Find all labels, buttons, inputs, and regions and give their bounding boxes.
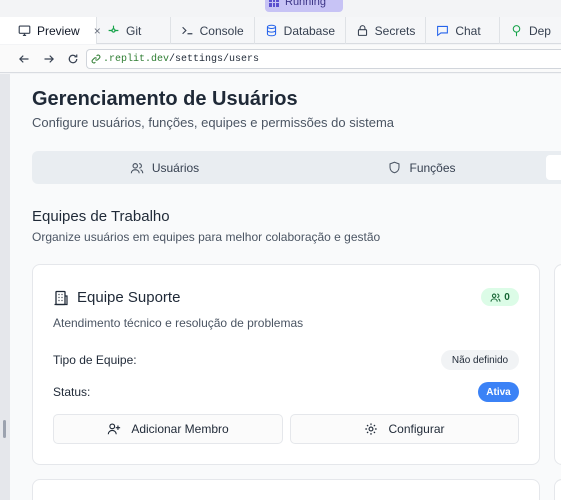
arrow-right-icon xyxy=(44,54,54,63)
tab-label: Secrets xyxy=(374,23,416,38)
team-card-title: Equipe Suporte xyxy=(53,289,180,306)
tab-roles[interactable]: Funções xyxy=(297,151,547,184)
tab-deployments[interactable]: Dep xyxy=(500,17,561,44)
address-bar: .replit.dev/settings/users xyxy=(0,45,561,73)
building-icon xyxy=(54,290,68,305)
monitor-icon xyxy=(18,24,31,37)
add-member-label: Adicionar Membro xyxy=(131,422,229,436)
tab-label: Git xyxy=(126,23,142,38)
page-title: Gerenciamento de Usuários xyxy=(32,88,298,110)
git-icon xyxy=(107,24,120,37)
terminal-icon xyxy=(181,24,194,37)
configure-button[interactable]: Configurar xyxy=(290,414,519,444)
user-plus-icon xyxy=(108,423,121,435)
reload-icon xyxy=(68,54,78,63)
tab-label: Database xyxy=(283,23,336,38)
back-button[interactable] xyxy=(13,48,35,70)
shield-icon xyxy=(389,161,400,174)
users-icon xyxy=(490,293,501,302)
team-type-badge: Não definido xyxy=(441,350,519,370)
chat-icon xyxy=(436,24,449,37)
tab-label: Console xyxy=(199,23,244,38)
tab-label: Chat xyxy=(455,23,481,38)
tab-console[interactable]: Console xyxy=(171,17,255,44)
url-input[interactable]: .replit.dev/settings/users xyxy=(86,49,561,69)
users-icon xyxy=(130,162,144,173)
tab-label: Funções xyxy=(409,160,456,175)
grid-icon xyxy=(269,0,279,7)
team-card-next xyxy=(32,479,540,500)
section-subtitle: Organize usuários em equipes para melhor… xyxy=(32,230,381,244)
member-count: 0 xyxy=(504,291,510,303)
member-count-badge: 0 xyxy=(481,288,519,306)
add-member-button[interactable]: Adicionar Membro xyxy=(53,414,283,444)
gear-icon xyxy=(365,423,378,435)
run-status-pill[interactable]: Running xyxy=(265,0,343,12)
tab-label: Preview xyxy=(37,23,80,38)
run-status-label: Running xyxy=(285,0,326,8)
status-badge: Ativa xyxy=(478,382,519,402)
link-icon xyxy=(91,54,101,64)
team-type-label: Tipo de Equipe: xyxy=(53,353,137,367)
section-title: Equipes de Trabalho xyxy=(32,208,170,225)
tab-git[interactable]: Git xyxy=(97,17,171,44)
url-path: /settings/users xyxy=(169,53,260,65)
workspace-tabbar: Preview × Git Console Database Secrets C… xyxy=(0,17,561,44)
tab-secrets[interactable]: Secrets xyxy=(346,17,427,44)
arrow-left-icon xyxy=(19,54,29,63)
team-name: Equipe Suporte xyxy=(77,289,181,306)
tab-label: Dep xyxy=(528,23,551,38)
left-scroll-gutter[interactable] xyxy=(0,74,10,500)
lock-icon xyxy=(356,24,369,37)
team-card: Equipe Suporte 0 Atendimento técnico e r… xyxy=(32,264,540,465)
team-card-partial xyxy=(554,264,561,465)
url-domain: .replit.dev xyxy=(103,53,170,65)
tab-teams-active[interactable] xyxy=(546,155,561,180)
team-description: Atendimento técnico e resolução de probl… xyxy=(53,316,304,330)
team-status-label: Status: xyxy=(53,385,91,399)
configure-label: Configurar xyxy=(388,422,445,436)
tab-users[interactable]: Usuários xyxy=(32,151,297,184)
tab-chat[interactable]: Chat xyxy=(426,17,500,44)
tab-database[interactable]: Database xyxy=(255,17,346,44)
team-card-next-partial xyxy=(554,479,561,500)
tab-preview[interactable]: Preview × xyxy=(0,17,101,44)
database-icon xyxy=(265,24,278,37)
users-settings-page: Gerenciamento de Usuários Configure usuá… xyxy=(10,74,561,500)
package-icon xyxy=(510,24,523,37)
tab-label: Usuários xyxy=(151,160,200,175)
settings-segmented-tabs: Usuários Funções xyxy=(32,151,561,184)
forward-button[interactable] xyxy=(38,48,60,70)
reload-button[interactable] xyxy=(62,48,84,70)
page-subtitle: Configure usuários, funções, equipes e p… xyxy=(32,115,395,130)
